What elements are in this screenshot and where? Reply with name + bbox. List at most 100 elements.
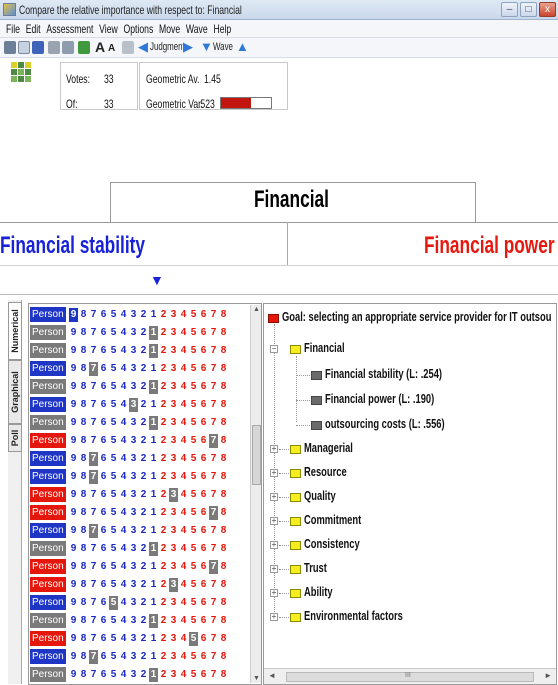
scale-value-right[interactable]: 6 <box>199 308 208 322</box>
scale-value-left[interactable]: 2 <box>139 560 148 574</box>
scale-value-right[interactable]: 3 <box>169 308 178 322</box>
scale-value-left[interactable]: 1 <box>149 614 158 628</box>
scale-value-left[interactable]: 7 <box>89 380 98 394</box>
scale-value-right[interactable]: 5 <box>189 614 198 628</box>
scroll-thumb[interactable]: III <box>286 672 534 682</box>
scale-value-left[interactable]: 9 <box>69 542 78 556</box>
scale-value-left[interactable]: 4 <box>119 614 128 628</box>
scale-value-left[interactable]: 5 <box>109 362 118 376</box>
scale-value-right[interactable]: 2 <box>159 434 168 448</box>
person-name[interactable]: Person 7 <box>30 415 66 430</box>
scale-value-right[interactable]: 4 <box>179 650 188 664</box>
scale-value-left[interactable]: 7 <box>89 596 98 610</box>
scale-value-left[interactable]: 2 <box>139 524 148 538</box>
scale-value-right[interactable]: 6 <box>199 506 208 520</box>
wave-down-arrow-icon[interactable]: ▼ <box>200 39 213 54</box>
scale-value-left[interactable]: 4 <box>119 470 128 484</box>
scale-value-left[interactable]: 4 <box>119 596 128 610</box>
scale-value-left[interactable]: 3 <box>129 614 138 628</box>
scale-value-left[interactable]: 3 <box>129 488 138 502</box>
person-row[interactable]: Person 179876543212345678 <box>30 594 260 611</box>
scale-value-left[interactable]: 5 <box>109 542 118 556</box>
scale-value-right[interactable]: 7 <box>209 452 218 466</box>
scale-value-right[interactable]: 3 <box>169 452 178 466</box>
scroll-right-icon[interactable]: ► <box>544 671 552 680</box>
person-row[interactable]: Person 39876543212345678 <box>30 342 260 359</box>
scale-value-right[interactable]: 7 <box>209 506 218 520</box>
scale-value-right[interactable]: 4 <box>179 416 188 430</box>
scale-value-right[interactable]: 6 <box>199 488 208 502</box>
scale-value-left[interactable]: 6 <box>99 308 108 322</box>
scale-value-right[interactable]: 4 <box>179 578 188 592</box>
scale-value-left[interactable]: 7 <box>89 488 98 502</box>
scale-value-left[interactable]: 3 <box>129 416 138 430</box>
scale-value-right[interactable]: 8 <box>219 560 228 574</box>
person-row[interactable]: Person 79876543212345678 <box>30 414 260 431</box>
scale-value-left[interactable]: 3 <box>129 362 138 376</box>
goal-node-label[interactable]: Goal: selecting an appropriate service p… <box>282 309 551 324</box>
scale-value-left[interactable]: 4 <box>119 380 128 394</box>
scale-value-left[interactable]: 1 <box>149 470 158 484</box>
scroll-down-icon[interactable]: ▼ <box>252 675 261 682</box>
scale-value-right[interactable]: 2 <box>159 524 168 538</box>
scale-value-left[interactable]: 6 <box>99 524 108 538</box>
expand-icon[interactable]: + <box>270 469 278 477</box>
scale-value-right[interactable]: 3 <box>169 524 178 538</box>
scale-value-right[interactable]: 3 <box>169 362 178 376</box>
scale-value-left[interactable]: 9 <box>69 488 78 502</box>
scale-value-right[interactable]: 4 <box>179 668 188 682</box>
scale-value-left[interactable]: 6 <box>99 578 108 592</box>
scale-value-left[interactable]: 8 <box>79 470 88 484</box>
expand-icon[interactable]: + <box>270 589 278 597</box>
criterion-node-label[interactable]: Managerial <box>304 440 353 455</box>
scale-value-left[interactable]: 3 <box>129 452 138 466</box>
scale-value-left[interactable]: 2 <box>139 380 148 394</box>
scale-value-right[interactable]: 8 <box>219 452 228 466</box>
scale-value-left[interactable]: 2 <box>139 632 148 646</box>
scale-value-right[interactable]: 5 <box>189 398 198 412</box>
scale-value-left[interactable]: 3 <box>129 398 138 412</box>
scale-value-right[interactable]: 6 <box>199 326 208 340</box>
scale-value-right[interactable]: 3 <box>169 560 178 574</box>
scale-value-right[interactable]: 2 <box>159 398 168 412</box>
scale-value-right[interactable]: 8 <box>219 434 228 448</box>
scale-value-right[interactable]: 2 <box>159 650 168 664</box>
scale-value-left[interactable]: 7 <box>89 452 98 466</box>
person-name[interactable]: Person 17 <box>30 595 66 610</box>
judgment-left-arrow-icon[interactable]: ◀ <box>138 39 148 55</box>
scale-value-left[interactable]: 8 <box>79 578 88 592</box>
menu-wave[interactable]: Wave <box>186 22 208 36</box>
scale-value-right[interactable]: 8 <box>219 596 228 610</box>
scale-value-right[interactable]: 3 <box>169 596 178 610</box>
scale-value-left[interactable]: 6 <box>99 470 108 484</box>
subcriterion-label[interactable]: outsourcing costs (L: .556) <box>325 416 445 431</box>
scale-value-right[interactable]: 5 <box>189 560 198 574</box>
scale-value-left[interactable]: 5 <box>109 668 118 682</box>
scale-value-right[interactable]: 8 <box>219 398 228 412</box>
menu-options[interactable]: Options <box>123 22 153 36</box>
scale-value-left[interactable]: 8 <box>79 668 88 682</box>
scale-value-left[interactable]: 5 <box>109 632 118 646</box>
scale-value-right[interactable]: 6 <box>199 524 208 538</box>
criterion-node-label[interactable]: Quality <box>304 488 336 503</box>
scale-value-right[interactable]: 5 <box>189 650 198 664</box>
scale-value-right[interactable]: 2 <box>159 488 168 502</box>
scale-value-left[interactable]: 9 <box>69 362 78 376</box>
scale-value-right[interactable]: 6 <box>199 434 208 448</box>
scale-value-left[interactable]: 7 <box>89 524 98 538</box>
scale-value-right[interactable]: 7 <box>209 344 218 358</box>
scale-value-left[interactable]: 8 <box>79 524 88 538</box>
person-name[interactable]: Person 20 <box>30 649 66 664</box>
scale-value-left[interactable]: 5 <box>109 596 118 610</box>
scale-value-left[interactable]: 9 <box>69 524 78 538</box>
person-row[interactable]: Person 59876543212345678 <box>30 378 260 395</box>
scale-value-left[interactable]: 4 <box>119 506 128 520</box>
scale-value-right[interactable]: 6 <box>199 560 208 574</box>
scale-value-left[interactable]: 1 <box>149 488 158 502</box>
scale-value-right[interactable]: 8 <box>219 632 228 646</box>
tab-graphical[interactable]: Graphical <box>8 360 22 424</box>
scale-value-right[interactable]: 5 <box>189 416 198 430</box>
scale-value-left[interactable]: 3 <box>129 632 138 646</box>
horizontal-scrollbar[interactable]: ◄ III ► <box>264 668 556 684</box>
scale-value-right[interactable]: 7 <box>209 614 218 628</box>
